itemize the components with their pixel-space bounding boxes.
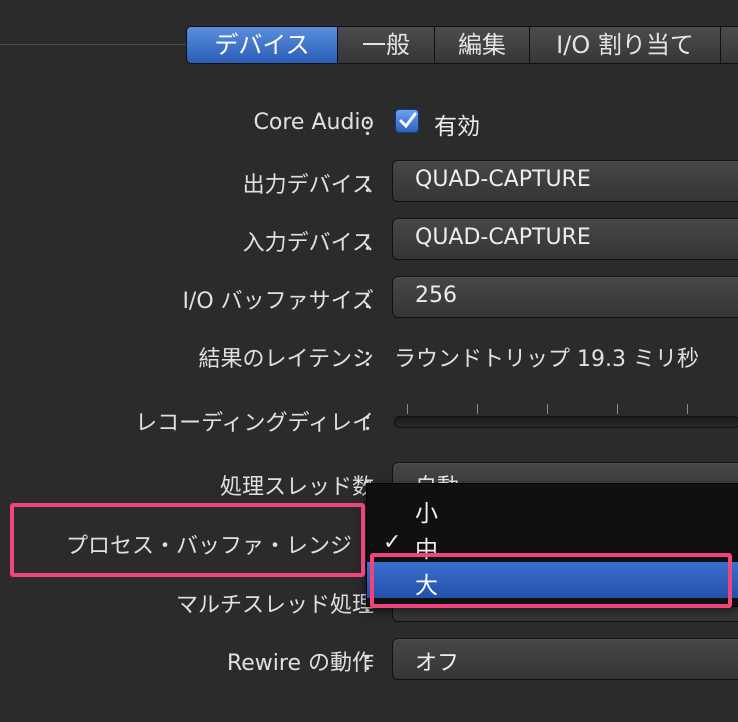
core-audio-checkbox[interactable] (395, 109, 419, 133)
input-device-popup[interactable]: QUAD-CAPTURE (392, 218, 738, 260)
menu-item-highlight-box (370, 553, 732, 608)
colon: ： (362, 651, 385, 676)
slider-tick (617, 404, 618, 414)
io-buffer-popup[interactable]: 256 (392, 276, 738, 318)
tab-io-assignments[interactable]: I/O 割り当て (530, 26, 721, 64)
checkmark-icon: ✓ (383, 530, 402, 555)
input-device-value: QUAD-CAPTURE (415, 225, 591, 250)
slider-tick (687, 404, 688, 414)
latency-value: ラウンドトリップ 19.3 ミリ秒 (394, 347, 699, 372)
multithread-label: マルチスレッド処理 (175, 593, 374, 618)
output-device-popup[interactable]: QUAD-CAPTURE (392, 160, 738, 202)
recording-delay-label: レコーディングディレイ (135, 411, 374, 436)
output-device-value: QUAD-CAPTURE (415, 167, 591, 192)
io-buffer-label: I/O バッファサイズ (182, 289, 374, 314)
preferences-tab-bar: デバイス 一般 編集 I/O 割り当て (186, 26, 738, 64)
colon: ： (362, 347, 385, 372)
input-device-label: 入力デバイス (242, 231, 374, 256)
output-device-label: 出力デバイス (242, 173, 374, 198)
tab-devices[interactable]: デバイス (186, 26, 338, 64)
core-audio-label: Core Audio (253, 110, 374, 135)
colon: ： (362, 411, 385, 436)
checkmark-icon (399, 112, 417, 129)
label-highlight-box (10, 503, 365, 577)
toolbar-divider (0, 44, 186, 45)
latency-label: 結果のレイテンシ (198, 347, 374, 372)
io-buffer-value: 256 (415, 283, 457, 308)
core-audio-enabled-label: 有効 (434, 114, 480, 140)
tab-general[interactable]: 一般 (338, 26, 435, 64)
menu-item-label: 小 (415, 501, 438, 527)
rewire-popup[interactable]: オフ (392, 638, 738, 680)
rewire-value: オフ (415, 651, 460, 676)
colon: ： (362, 231, 385, 256)
threads-label: 処理スレッド数 (219, 475, 374, 500)
slider-tick (547, 404, 548, 414)
tab-editing[interactable]: 編集 (435, 26, 530, 64)
rewire-label: Rewire の動作 (226, 651, 374, 676)
slider-tick (477, 404, 478, 414)
colon: ： (362, 173, 385, 198)
slider-tick (407, 404, 408, 414)
colon: ： (362, 116, 385, 141)
menu-item-small[interactable]: 小 (367, 490, 738, 527)
recording-delay-slider[interactable] (394, 416, 738, 428)
tab-more[interactable] (721, 26, 738, 64)
colon: ： (362, 289, 385, 314)
